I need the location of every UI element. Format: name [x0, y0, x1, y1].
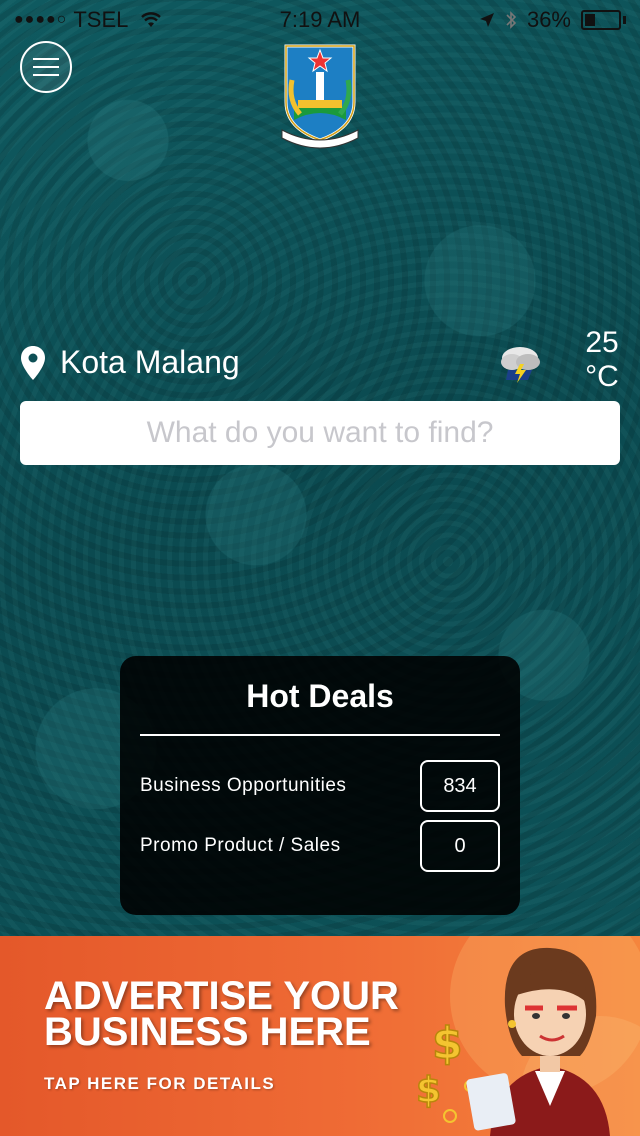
- search-input[interactable]: [20, 401, 620, 465]
- location-arrow-icon: [479, 13, 494, 27]
- hot-deals-title: Hot Deals: [246, 678, 394, 714]
- hot-deals-panel: Hot Deals Business Opportunities 834 Pro…: [120, 656, 520, 915]
- businesswoman-illustration: $ $: [415, 947, 610, 1136]
- status-bar: ●●●●○ TSEL 7:19 AM 36%: [0, 0, 640, 40]
- location-display[interactable]: Kota Malang: [20, 344, 240, 381]
- menu-line-icon: [33, 74, 59, 76]
- battery-fill: [585, 14, 596, 26]
- deal-row-promo[interactable]: Promo Product / Sales 0: [140, 820, 500, 872]
- menu-line-icon: [33, 58, 59, 60]
- banner-line-1: ADVERTISE YOUR: [44, 974, 399, 1018]
- divider: [140, 734, 500, 736]
- temperature: 25 °C: [572, 326, 632, 394]
- deal-label: Business Opportunities: [140, 775, 347, 796]
- battery-tip: [623, 16, 626, 24]
- banner-cta[interactable]: TAP HERE FOR DETAILS: [44, 1074, 275, 1094]
- province-crest-logo: [281, 44, 359, 149]
- deal-count-badge[interactable]: 0: [420, 820, 500, 872]
- temperature-unit: °C: [585, 360, 619, 393]
- menu-line-icon: [33, 66, 59, 68]
- battery-percent: 36%: [526, 7, 571, 32]
- banner-line-2: BUSINESS HERE: [44, 1010, 371, 1054]
- map-pin-icon: [21, 345, 45, 380]
- deal-row-business[interactable]: Business Opportunities 834: [140, 760, 500, 812]
- hamburger-menu-button[interactable]: [20, 41, 72, 93]
- battery-icon: [581, 10, 621, 30]
- deal-count-badge[interactable]: 834: [420, 760, 500, 812]
- status-right: 36%: [479, 7, 626, 33]
- deal-label: Promo Product / Sales: [140, 835, 341, 856]
- temperature-value: 25: [585, 326, 619, 359]
- bluetooth-icon: [506, 11, 517, 29]
- banner-headline: ADVERTISE YOUR BUSINESS HERE: [44, 974, 399, 1054]
- svg-text:$: $: [416, 1070, 441, 1111]
- city-name: Kota Malang: [60, 344, 240, 380]
- svg-text:$: $: [432, 1018, 463, 1069]
- advertise-banner[interactable]: ADVERTISE YOUR BUSINESS HERE TAP HERE FO…: [0, 936, 640, 1136]
- storm-cloud-icon: [501, 347, 540, 383]
